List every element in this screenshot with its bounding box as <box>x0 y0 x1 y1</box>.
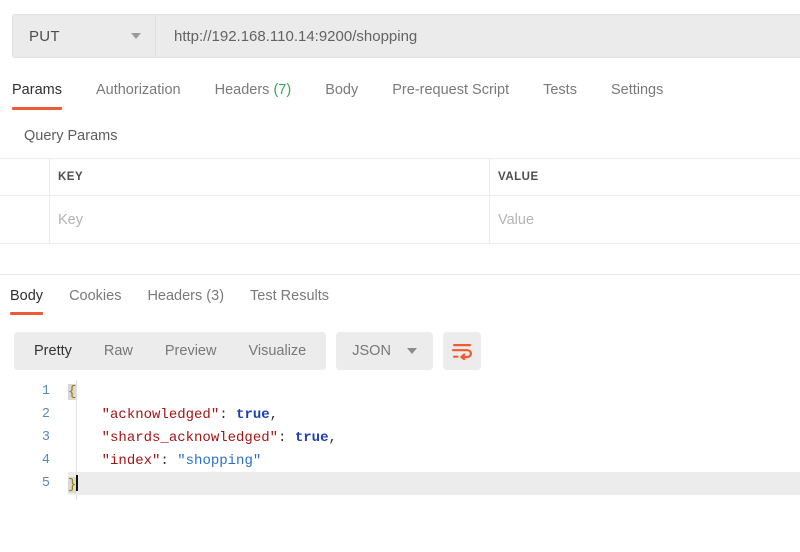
table-row[interactable]: Key Value <box>0 196 800 244</box>
code-line: 3 "shards_acknowledged": true, <box>0 426 800 449</box>
header-key-cell: KEY <box>50 159 490 195</box>
response-tab-headers-count: (3) <box>206 288 225 304</box>
response-tab-test-results[interactable]: Test Results <box>250 286 343 315</box>
code-text: } <box>68 474 79 493</box>
tab-params[interactable]: Params <box>12 80 82 110</box>
key-placeholder: Key <box>58 211 83 228</box>
json-comma: , <box>269 406 279 423</box>
format-mode-group: Pretty Raw Preview Visualize <box>14 332 327 370</box>
response-language-value: JSON <box>352 343 391 359</box>
response-tab-cookies-label: Cookies <box>69 288 122 304</box>
code-line: 2 "acknowledged": true, <box>0 403 800 426</box>
line-number: 5 <box>41 476 50 491</box>
tab-tests[interactable]: Tests <box>543 80 597 110</box>
json-colon: : <box>219 406 237 423</box>
json-key: "shards_acknowledged" <box>101 429 279 446</box>
code-line: 5 } <box>0 472 800 495</box>
http-method-label: PUT <box>29 27 60 45</box>
response-tab-headers-label: Headers <box>147 288 203 304</box>
request-url-text: http://192.168.110.14:9200/shopping <box>174 27 418 45</box>
tab-pre-request-script[interactable]: Pre-request Script <box>392 80 529 110</box>
code-text: "acknowledged": true, <box>68 407 278 423</box>
code-text: "shards_acknowledged": true, <box>68 430 337 446</box>
request-url-input[interactable]: http://192.168.110.14:9200/shopping <box>156 14 800 58</box>
tab-params-label: Params <box>12 82 62 98</box>
code-line: 1 { <box>0 380 800 403</box>
column-header-value: VALUE <box>498 171 539 183</box>
format-mode-pretty[interactable]: Pretty <box>18 332 88 370</box>
json-key: "index" <box>101 452 161 469</box>
tab-tests-label: Tests <box>543 82 577 98</box>
json-open-brace: { <box>68 383 77 400</box>
tab-authorization[interactable]: Authorization <box>96 80 201 110</box>
json-close-brace: } <box>68 476 77 493</box>
tab-settings[interactable]: Settings <box>611 80 683 110</box>
json-colon: : <box>278 429 295 446</box>
code-line: 4 "index": "shopping" <box>0 449 800 472</box>
response-tab-body[interactable]: Body <box>10 286 57 315</box>
json-comma: , <box>328 429 337 446</box>
json-key: "acknowledged" <box>101 406 220 423</box>
tab-settings-label: Settings <box>610 82 664 98</box>
chevron-down-icon <box>131 33 141 39</box>
code-text: { <box>68 383 77 400</box>
line-number: 1 <box>41 384 50 399</box>
request-url-bar: PUT http://192.168.110.14:9200/shopping <box>12 14 800 58</box>
response-tab-cookies[interactable]: Cookies <box>69 286 135 315</box>
tab-headers[interactable]: Headers (7) <box>215 80 312 110</box>
line-number: 3 <box>41 430 50 445</box>
json-boolean: true <box>236 406 270 423</box>
column-header-key: KEY <box>58 171 84 183</box>
response-tab-body-label: Body <box>10 288 44 304</box>
response-tab-headers[interactable]: Headers (3) <box>147 286 238 315</box>
response-tab-bar: Body Cookies Headers (3) Test Results <box>0 286 800 320</box>
postman-window: PUT http://192.168.110.14:9200/shopping … <box>0 0 800 552</box>
tab-body[interactable]: Body <box>325 80 378 110</box>
header-checkbox-cell <box>0 159 50 195</box>
table-header-row: KEY VALUE <box>0 158 800 196</box>
row-value-input[interactable]: Value <box>490 196 800 243</box>
format-mode-raw[interactable]: Raw <box>88 332 149 370</box>
tab-pre-request-script-label: Pre-request Script <box>392 82 510 98</box>
tab-headers-label: Headers <box>214 82 270 98</box>
request-tab-bar: Params Authorization Headers (7) Body Pr… <box>0 80 800 116</box>
text-cursor <box>76 474 79 491</box>
word-wrap-icon <box>451 344 472 360</box>
json-colon: : <box>160 452 178 469</box>
header-value-cell: VALUE <box>490 159 800 195</box>
response-language-select[interactable]: JSON <box>336 332 433 370</box>
response-tab-test-results-label: Test Results <box>250 288 330 304</box>
chevron-down-icon <box>406 348 417 354</box>
format-mode-preview[interactable]: Preview <box>149 332 233 370</box>
row-key-input[interactable]: Key <box>50 196 490 243</box>
value-placeholder: Value <box>498 211 535 228</box>
format-mode-visualize[interactable]: Visualize <box>232 332 322 370</box>
response-body-editor[interactable]: 1 { 2 "acknowledged": true, 3 "shards_ac… <box>0 380 800 500</box>
tab-headers-count: (7) <box>273 82 292 98</box>
code-text: "index": "shopping" <box>68 452 262 469</box>
line-number: 4 <box>41 453 50 468</box>
response-format-toolbar: Pretty Raw Preview Visualize JSON <box>14 332 481 370</box>
tab-authorization-label: Authorization <box>95 82 181 98</box>
word-wrap-button[interactable] <box>442 332 481 370</box>
query-params-title: Query Params <box>24 128 118 144</box>
json-boolean: true <box>294 429 329 446</box>
pane-divider[interactable] <box>0 274 800 275</box>
tab-body-label: Body <box>325 82 359 98</box>
json-string: "shopping" <box>177 452 262 469</box>
active-response-tab-underline <box>10 312 44 315</box>
row-checkbox-cell[interactable] <box>0 196 50 243</box>
query-params-table: KEY VALUE Key Value <box>0 158 800 244</box>
http-method-select[interactable]: PUT <box>12 14 156 58</box>
line-number: 2 <box>41 407 50 422</box>
active-tab-underline <box>12 107 62 110</box>
